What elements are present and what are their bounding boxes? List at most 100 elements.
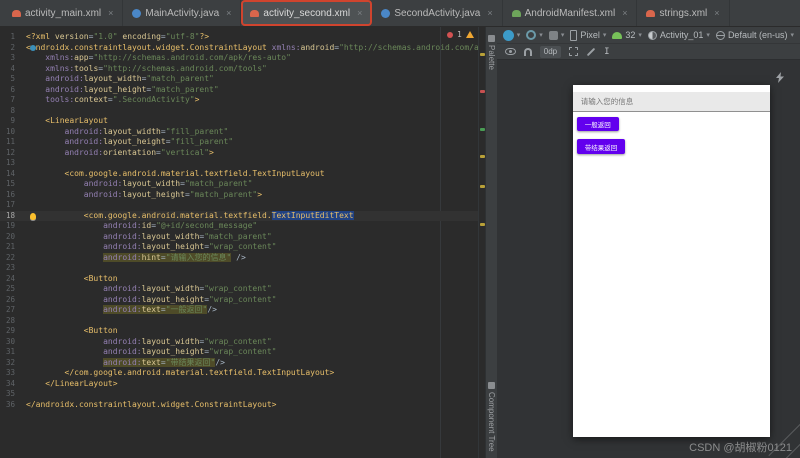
design-canvas[interactable]: 请输入您的信息 一般返回 带结果返回 — [572, 85, 770, 437]
margins-value: 0dp — [543, 46, 558, 56]
code-line: 5 android:layout_width="match_parent" — [0, 74, 478, 85]
line-number: 10 — [5, 126, 15, 136]
code-editor[interactable]: 1 <?xml version="1.0" encoding="utf-8"?> 2… — [0, 27, 478, 458]
preview-button-return-with-result[interactable]: 带结果返回 — [576, 139, 626, 154]
android-api-icon — [612, 31, 623, 39]
warning-mark[interactable] — [479, 53, 485, 56]
warning-mark[interactable] — [479, 155, 485, 158]
line-number: 31 — [5, 347, 15, 356]
close-icon[interactable]: × — [714, 8, 719, 18]
code-line: 7 tools:context=".SecondActivity"> — [0, 95, 478, 106]
pencil-icon[interactable] — [586, 47, 596, 56]
inspections-widget[interactable]: 1 4 ∧ ∨ — [447, 30, 478, 39]
line-number: 26 — [5, 294, 15, 304]
code-text: </com.google.android.material.textfield.… — [64, 368, 335, 377]
line-number: 19 — [5, 221, 15, 230]
device-selector[interactable]: Pixel ▾ — [570, 29, 606, 41]
tab-label: MainActivity.java — [145, 7, 220, 19]
tab-label: activity_main.xml — [25, 7, 102, 19]
code-text: android:layout_width="wrap_content" — [103, 336, 272, 346]
info-mark[interactable] — [479, 128, 485, 131]
chevron-down-icon: ▾ — [560, 32, 565, 39]
orientation-selector[interactable]: ▾ — [526, 30, 543, 40]
android-manifest-icon — [511, 9, 521, 17]
code-line: 2 <androidx.constraintlayout.widget.Const… — [0, 42, 478, 54]
close-icon[interactable]: × — [622, 8, 627, 18]
api-label: 32 — [625, 30, 636, 40]
line-number: 4 — [10, 63, 15, 73]
system-ui-selector[interactable]: ▾ — [548, 30, 565, 40]
text-cursor-icon[interactable]: I — [604, 47, 609, 57]
locale-selector[interactable]: Default (en-us) ▾ — [715, 30, 794, 40]
warning-mark[interactable] — [479, 223, 485, 226]
tab-secondactivity-java[interactable]: SecondActivity.java × — [372, 0, 503, 26]
line-number: 2 — [10, 42, 15, 52]
line-number: 23 — [5, 263, 15, 272]
error-mark[interactable] — [479, 90, 485, 93]
code-text: <Button — [83, 273, 118, 283]
tab-activity-second-xml[interactable]: activity_second.xml × — [241, 0, 373, 26]
code-line: 13 — [0, 158, 478, 169]
code-text: android:orientation="vertical"> — [64, 147, 214, 157]
code-line: 8 — [0, 106, 478, 117]
warning-mark[interactable] — [479, 185, 485, 188]
lightning-icon — [775, 70, 784, 88]
line-number: 21 — [5, 242, 15, 251]
line-number: 28 — [5, 315, 15, 325]
default-margins-button[interactable]: 0dp — [539, 45, 562, 58]
code-text: <LinearLayout — [45, 116, 108, 125]
code-text: <?xml version="1.0" encoding="utf-8"?> — [26, 32, 210, 41]
code-line: 36 </androidx.constraintlayout.widget.Con… — [0, 400, 478, 411]
tab-label: SecondActivity.java — [394, 7, 481, 19]
tab-androidmanifest-xml[interactable]: AndroidManifest.xml × — [503, 0, 638, 26]
line-number: 22 — [5, 252, 15, 262]
code-line: 25 android:layout_width="wrap_content" — [0, 284, 478, 295]
close-icon[interactable]: × — [108, 8, 113, 18]
code-line: 18 <com.google.android.material.textfiel… — [0, 210, 478, 221]
code-line: 1 <?xml version="1.0" encoding="utf-8"?> — [0, 32, 478, 43]
view-options-icon[interactable] — [504, 48, 516, 55]
code-line: 27 android:text="一般返回"/> — [0, 305, 478, 316]
design-surface-selector[interactable]: ▾ — [502, 29, 520, 41]
component-tree-tool-button[interactable]: Component Tree — [487, 382, 496, 452]
api-selector[interactable]: 32 ▾ — [612, 30, 642, 40]
device-label: Pixel — [580, 30, 600, 40]
preview-gutter-icon[interactable] — [30, 44, 36, 51]
lightbulb-icon[interactable] — [30, 212, 36, 220]
error-stripe[interactable] — [477, 27, 486, 458]
close-icon[interactable]: × — [357, 8, 362, 18]
warning-icon — [465, 31, 474, 38]
code-text: android:layout_height="wrap_content" — [103, 347, 277, 356]
code-text: android:layout_width="wrap_content" — [103, 284, 272, 293]
tab-activity-main-xml[interactable]: activity_main.xml × — [3, 0, 124, 26]
code-line: 19 android:id="@+id/second_message" — [0, 221, 478, 232]
design-surface[interactable]: 请输入您的信息 一般返回 带结果返回 — [497, 60, 800, 458]
guideline-icon[interactable] — [569, 47, 579, 56]
android-xml-icon — [250, 9, 260, 17]
code-text: android:layout_height="match_parent" — [45, 84, 219, 94]
line-number: 30 — [5, 336, 15, 346]
code-line: 35 — [0, 389, 478, 400]
close-icon[interactable]: × — [226, 8, 231, 18]
autoconnect-magnet-icon[interactable] — [523, 47, 532, 56]
close-icon[interactable]: × — [487, 8, 492, 18]
line-number: 17 — [5, 200, 15, 209]
code-line: 32 android:text="带结果返回"/> — [0, 357, 478, 369]
code-line: 34 </LinearLayout> — [0, 379, 478, 390]
chevron-down-icon: ▾ — [638, 32, 642, 39]
code-text: <androidx.constraintlayout.widget.Constr… — [26, 42, 478, 52]
theme-selector[interactable]: Activity_01 ▾ — [647, 30, 710, 40]
palette-tool-button[interactable]: Palette — [487, 35, 496, 70]
tool-window-strip: Palette Component Tree — [485, 27, 497, 458]
text-input-preview[interactable]: 请输入您的信息 — [572, 92, 770, 112]
palette-icon — [488, 35, 496, 42]
tab-strings-xml[interactable]: strings.xml × — [637, 0, 730, 26]
code-text: android:text="一般返回"/> — [103, 305, 217, 314]
android-xml-icon — [12, 9, 21, 17]
code-text: </LinearLayout> — [45, 378, 118, 388]
code-text: android:layout_height="wrap_content" — [103, 242, 277, 251]
preview-button-normal-return[interactable]: 一般返回 — [576, 117, 619, 131]
tab-mainactivity-java[interactable]: MainActivity.java × — [123, 0, 242, 26]
code-line: 3 xmlns:app="http://schemas.android.com/… — [0, 53, 478, 64]
code-line: 30 android:layout_width="wrap_content" — [0, 337, 478, 348]
